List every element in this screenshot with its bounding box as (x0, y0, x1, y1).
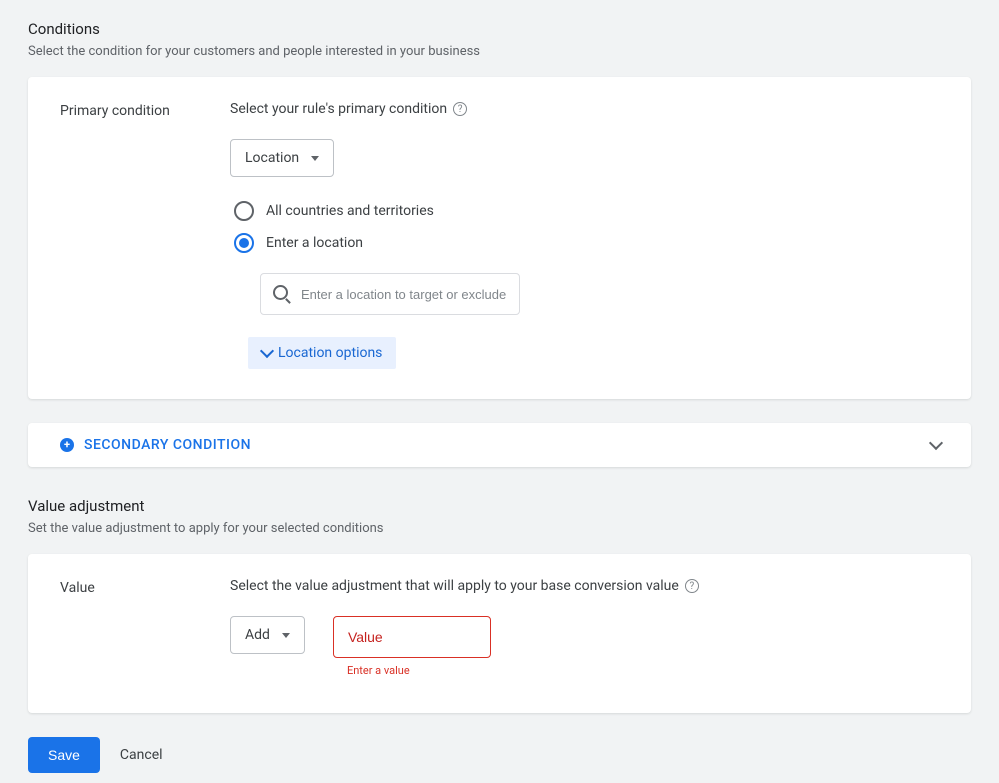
value-input[interactable] (333, 616, 491, 658)
location-search-input[interactable] (301, 287, 507, 302)
primary-condition-label: Primary condition (60, 101, 230, 369)
primary-condition-card: Primary condition Select your rule's pri… (28, 77, 971, 399)
radio-icon (234, 201, 254, 221)
caret-down-icon (282, 633, 290, 638)
conditions-desc: Select the condition for your customers … (28, 44, 971, 59)
radio-enter-location[interactable]: Enter a location (230, 227, 939, 259)
chevron-down-icon (929, 436, 943, 450)
caret-down-icon (311, 156, 319, 161)
value-adjustment-desc: Set the value adjustment to apply for yo… (28, 521, 971, 536)
primary-condition-dropdown[interactable]: Location (230, 139, 334, 177)
location-search-box[interactable] (260, 273, 520, 315)
value-adjustment-card: Value Select the value adjustment that w… (28, 554, 971, 713)
radio-all-label: All countries and territories (266, 203, 434, 219)
save-button[interactable]: Save (28, 737, 100, 773)
value-instruction-text: Select the value adjustment that will ap… (230, 578, 679, 594)
help-icon[interactable]: ? (453, 102, 467, 116)
help-icon[interactable]: ? (685, 579, 699, 593)
value-operation-dropdown[interactable]: Add (230, 616, 305, 654)
secondary-condition-bar[interactable]: + SECONDARY CONDITION (28, 423, 971, 467)
value-adjustment-title: Value adjustment (28, 497, 971, 515)
radio-icon (234, 233, 254, 253)
secondary-condition-label: SECONDARY CONDITION (84, 437, 251, 453)
search-icon (273, 285, 291, 303)
value-label: Value (60, 578, 230, 677)
plus-circle-icon: + (60, 438, 74, 452)
primary-dropdown-value: Location (245, 150, 299, 166)
location-options-toggle[interactable]: Location options (248, 337, 396, 369)
radio-all-countries[interactable]: All countries and territories (230, 195, 939, 227)
value-operation-value: Add (245, 627, 270, 643)
conditions-title: Conditions (28, 20, 971, 38)
chevron-down-icon (260, 344, 274, 358)
value-error-text: Enter a value (347, 664, 491, 677)
primary-instruction-text: Select your rule's primary condition (230, 101, 447, 117)
location-options-label: Location options (278, 345, 382, 361)
radio-enter-label: Enter a location (266, 235, 363, 251)
cancel-button[interactable]: Cancel (120, 747, 163, 763)
